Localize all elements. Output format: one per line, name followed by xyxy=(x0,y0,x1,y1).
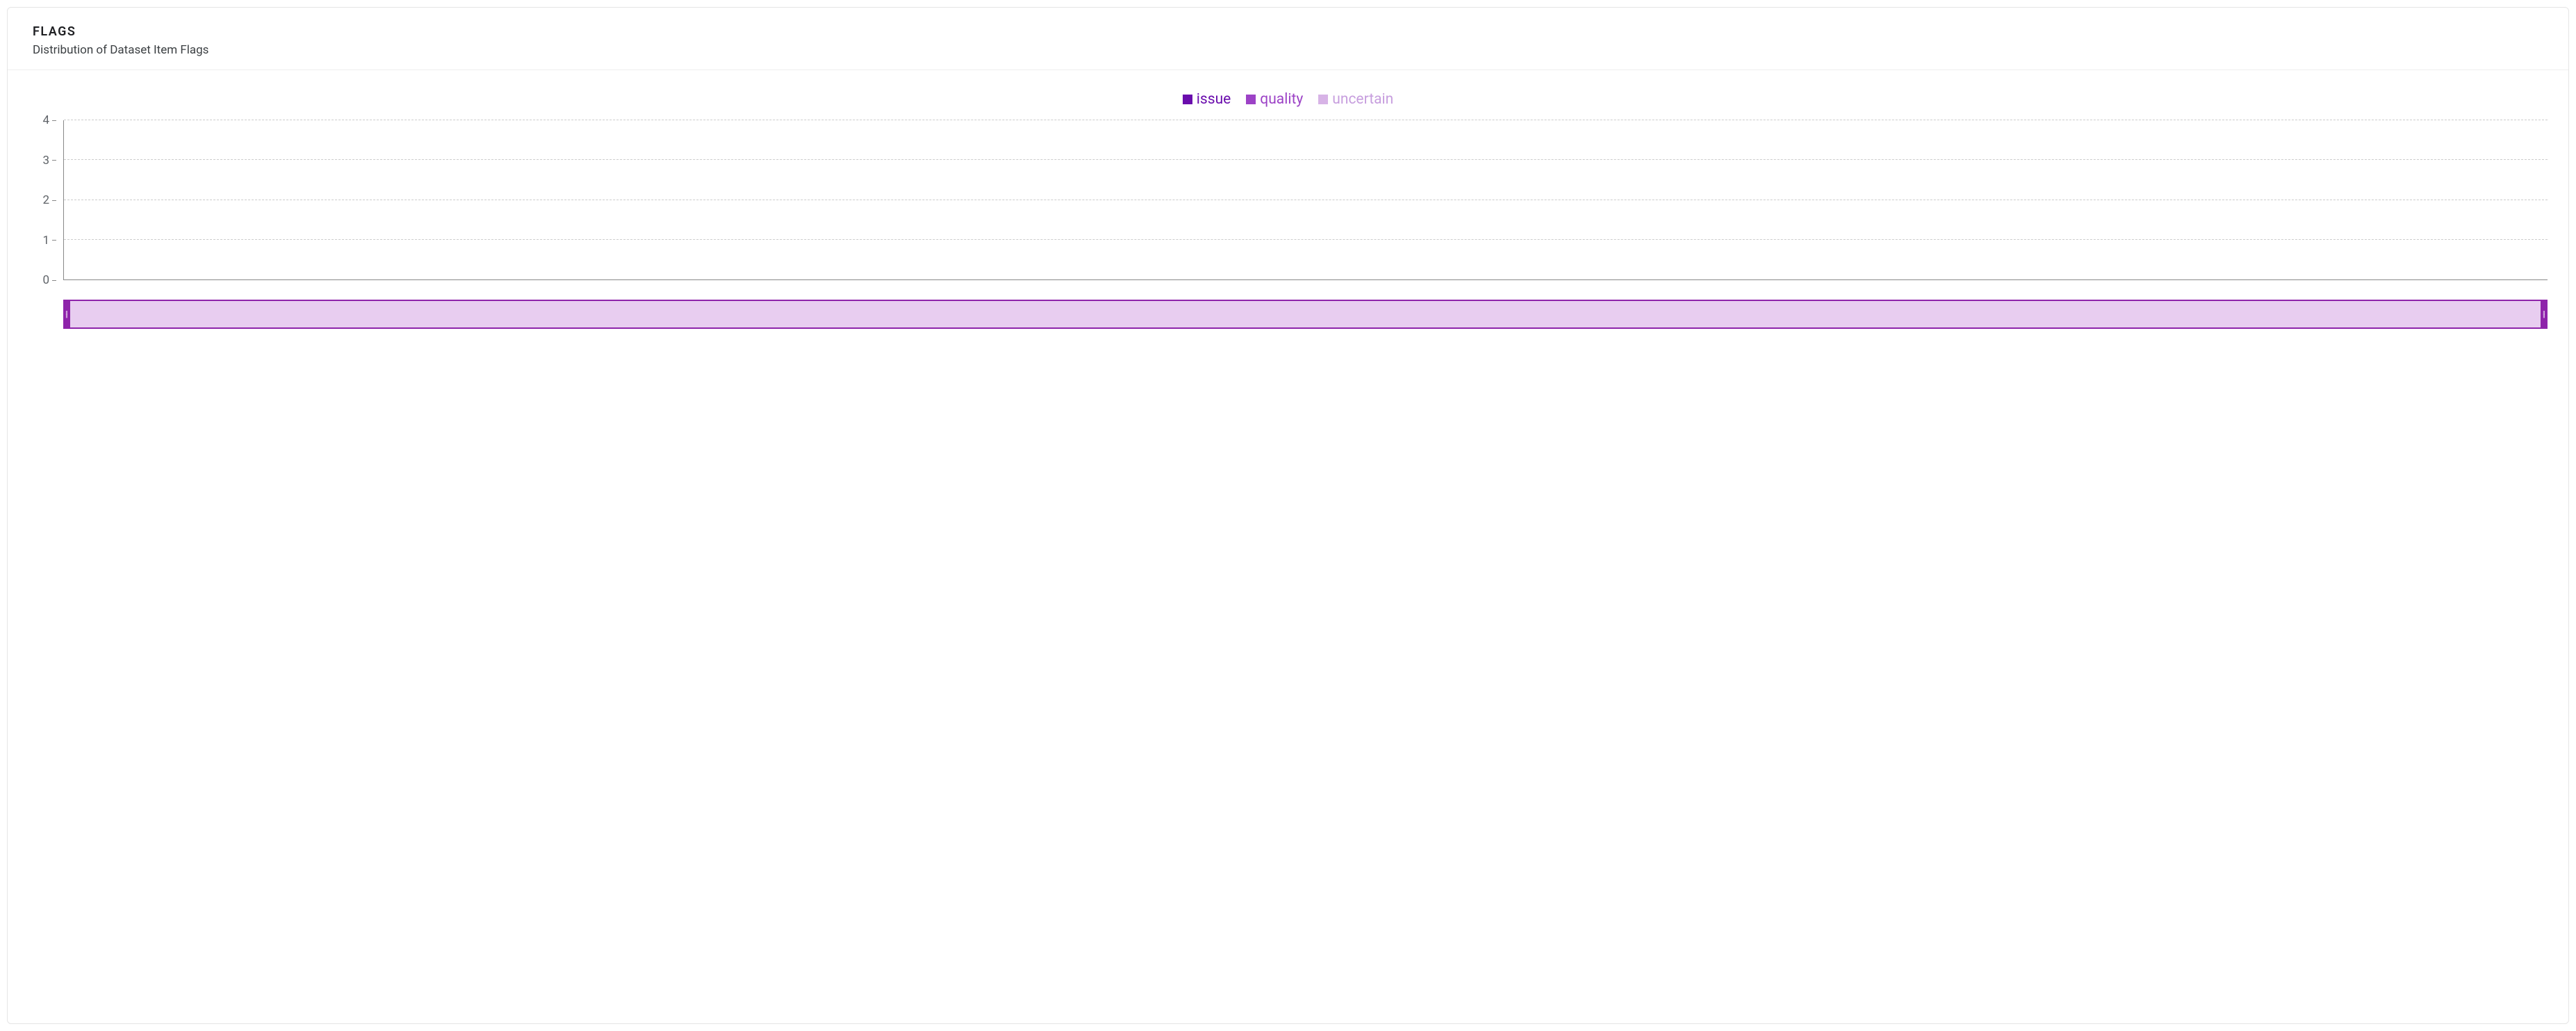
legend-label: uncertain xyxy=(1332,91,1393,108)
card-subtitle: Distribution of Dataset Item Flags xyxy=(33,43,2543,57)
chart-area: issue quality uncertain 0 1 2 3 4 ══ xyxy=(8,70,2568,1023)
legend-label: quality xyxy=(1260,91,1303,108)
plot-wrap: 01234 xyxy=(28,120,2548,280)
brush-handle-right[interactable]: ══ xyxy=(2541,300,2548,329)
bars-container xyxy=(64,120,2548,279)
y-tick: 0 xyxy=(42,273,56,287)
y-tick: 4 xyxy=(42,113,56,127)
legend-item-uncertain[interactable]: uncertain xyxy=(1318,91,1393,108)
y-tick: 2 xyxy=(42,193,56,207)
y-tick: 1 xyxy=(42,234,56,247)
grip-icon: ══ xyxy=(66,311,68,317)
grid-line xyxy=(64,239,2548,240)
y-axis: 01234 xyxy=(28,120,63,280)
legend-swatch-icon xyxy=(1183,95,1192,104)
flags-card: FLAGS Distribution of Dataset Item Flags… xyxy=(7,7,2569,1024)
y-tick: 3 xyxy=(42,154,56,168)
brush-handle-left[interactable]: ══ xyxy=(63,300,70,329)
legend-label: issue xyxy=(1197,91,1231,108)
legend-item-issue[interactable]: issue xyxy=(1183,91,1231,108)
legend-swatch-icon xyxy=(1246,95,1256,104)
grip-icon: ══ xyxy=(2543,311,2545,317)
grid-line xyxy=(64,159,2548,160)
legend-swatch-icon xyxy=(1318,95,1328,104)
card-title: FLAGS xyxy=(33,24,2543,39)
card-header: FLAGS Distribution of Dataset Item Flags xyxy=(8,8,2568,70)
legend-item-quality[interactable]: quality xyxy=(1246,91,1303,108)
chart-legend: issue quality uncertain xyxy=(28,91,2548,108)
range-brush[interactable]: ══ ══ xyxy=(63,300,2548,329)
plot[interactable] xyxy=(63,120,2548,280)
